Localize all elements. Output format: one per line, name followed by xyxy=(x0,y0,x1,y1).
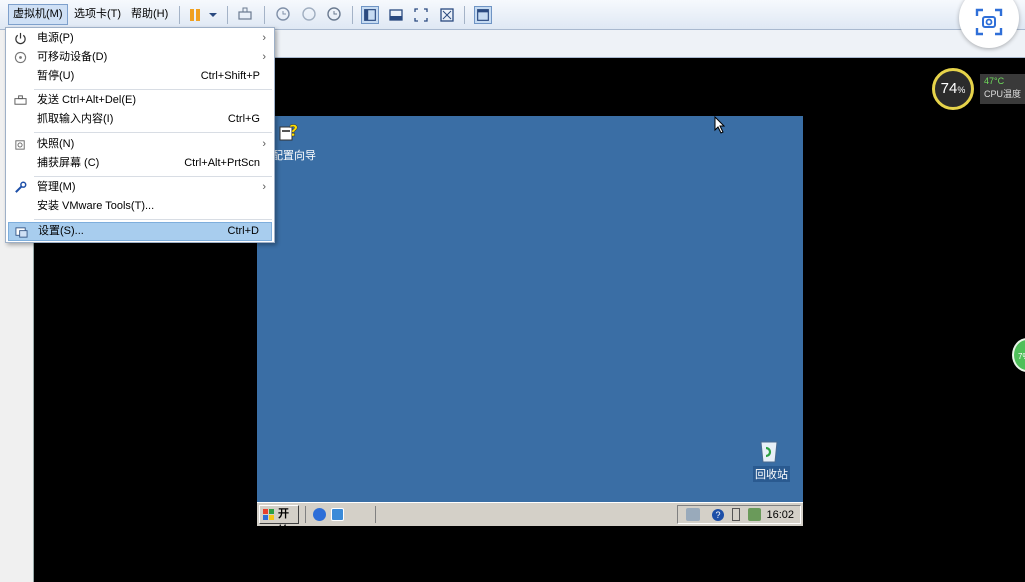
mouse-cursor-icon xyxy=(714,115,726,137)
unity-icon[interactable] xyxy=(438,6,456,24)
windows-logo-icon xyxy=(263,509,274,520)
pause-icon[interactable] xyxy=(186,6,204,24)
vm-dropdown-menu: 电源(P) › 可移动设备(D) › 暂停(U) Ctrl+Shift+P 发送… xyxy=(5,27,275,243)
menu-item-settings[interactable]: 设置(S)... Ctrl+D xyxy=(8,222,272,241)
cpu-temperature: 47°C xyxy=(984,76,1005,86)
send-ctrl-alt-del-icon[interactable] xyxy=(236,6,254,24)
menu-separator xyxy=(34,89,272,90)
submenu-arrow-icon: › xyxy=(262,51,266,63)
snapshot-manager-icon[interactable] xyxy=(325,6,343,24)
cpu-temp-panel: 47°C CPU温度 xyxy=(980,74,1025,104)
volume-icon[interactable] xyxy=(732,508,740,521)
sidebar-view-icon[interactable] xyxy=(361,6,379,24)
network-icon[interactable] xyxy=(686,508,700,521)
toolbar-divider xyxy=(264,6,265,24)
thumbnail-icon[interactable] xyxy=(474,6,492,24)
toolbar-divider xyxy=(227,6,228,24)
help-menu-button[interactable]: 帮助(H) xyxy=(127,4,172,25)
toolbar-divider xyxy=(464,6,465,24)
snapshot-icon xyxy=(12,137,28,152)
menu-item-pause[interactable]: 暂停(U) Ctrl+Shift+P xyxy=(8,67,272,86)
menu-item-install-vmware-tools[interactable]: 安装 VMware Tools(T)... xyxy=(8,197,272,216)
recycle-bin-icon[interactable] xyxy=(757,438,781,464)
menu-item-capture-screen[interactable]: 捕获屏幕 (C) Ctrl+Alt+PrtScn xyxy=(8,154,272,173)
cpu-monitor-widget[interactable]: 74% 47°C CPU温度 xyxy=(930,66,1025,114)
console-view-icon[interactable] xyxy=(387,6,405,24)
power-icon xyxy=(12,31,28,46)
snapshot-icon[interactable] xyxy=(274,6,292,24)
main-toolbar: 虚拟机(M) 选项卡(T) 帮助(H) xyxy=(0,0,1025,30)
guest-taskbar: 开始 ? 16:02 xyxy=(257,502,803,537)
toolbar-divider xyxy=(352,6,353,24)
clock: 16:02 xyxy=(766,509,794,521)
menu-item-removable-devices[interactable]: 可移动设备(D) › xyxy=(8,48,272,67)
menu-item-manage[interactable]: 管理(M) › xyxy=(8,178,272,197)
submenu-arrow-icon: › xyxy=(262,181,266,193)
send-keys-icon xyxy=(12,93,28,108)
svg-text:?: ? xyxy=(289,121,298,140)
fullscreen-icon[interactable] xyxy=(412,6,430,24)
cpu-temp-label: CPU温度 xyxy=(984,89,1022,99)
taskbar-divider xyxy=(375,506,376,523)
camera-scan-icon xyxy=(975,8,1003,36)
dropdown-arrow-icon[interactable] xyxy=(204,6,222,24)
menu-item-grab-input[interactable]: 抓取输入内容(I) Ctrl+G xyxy=(8,110,272,129)
menu-item-snapshot[interactable]: 快照(N) › xyxy=(8,135,272,154)
menu-separator xyxy=(34,219,272,220)
system-tray: ? 16:02 xyxy=(677,505,801,524)
guest-desktop[interactable] xyxy=(257,116,803,502)
menu-item-send-ctrl-alt-del[interactable]: 发送 Ctrl+Alt+Del(E) xyxy=(8,91,272,110)
submenu-arrow-icon: › xyxy=(262,32,266,44)
settings-icon xyxy=(13,225,29,240)
help-icon[interactable]: ? xyxy=(712,509,724,521)
ie-icon[interactable] xyxy=(313,508,326,521)
wrench-icon xyxy=(12,180,28,195)
start-label: 开始 xyxy=(278,508,289,537)
desktop-icon-label: 回收站 xyxy=(753,466,790,482)
menu-separator xyxy=(34,176,272,177)
menu-separator xyxy=(34,132,272,133)
toolbar-divider xyxy=(179,6,180,24)
quick-launch-icon[interactable] xyxy=(331,508,344,521)
submenu-arrow-icon: › xyxy=(262,138,266,150)
revert-snapshot-icon[interactable] xyxy=(300,6,318,24)
menu-item-power[interactable]: 电源(P) › xyxy=(8,29,272,48)
taskbar-divider xyxy=(305,506,306,523)
tabs-menu-button[interactable]: 选项卡(T) xyxy=(70,4,125,25)
vmware-tools-icon[interactable] xyxy=(748,508,761,521)
desktop-icon-label: 配置向导 xyxy=(272,150,316,162)
vm-menu-button[interactable]: 虚拟机(M) xyxy=(8,4,68,25)
removable-device-icon xyxy=(12,50,28,65)
start-button[interactable]: 开始 xyxy=(259,505,299,537)
config-wizard-icon[interactable]: ? xyxy=(279,120,303,146)
cpu-usage-ring: 74% xyxy=(932,68,974,110)
